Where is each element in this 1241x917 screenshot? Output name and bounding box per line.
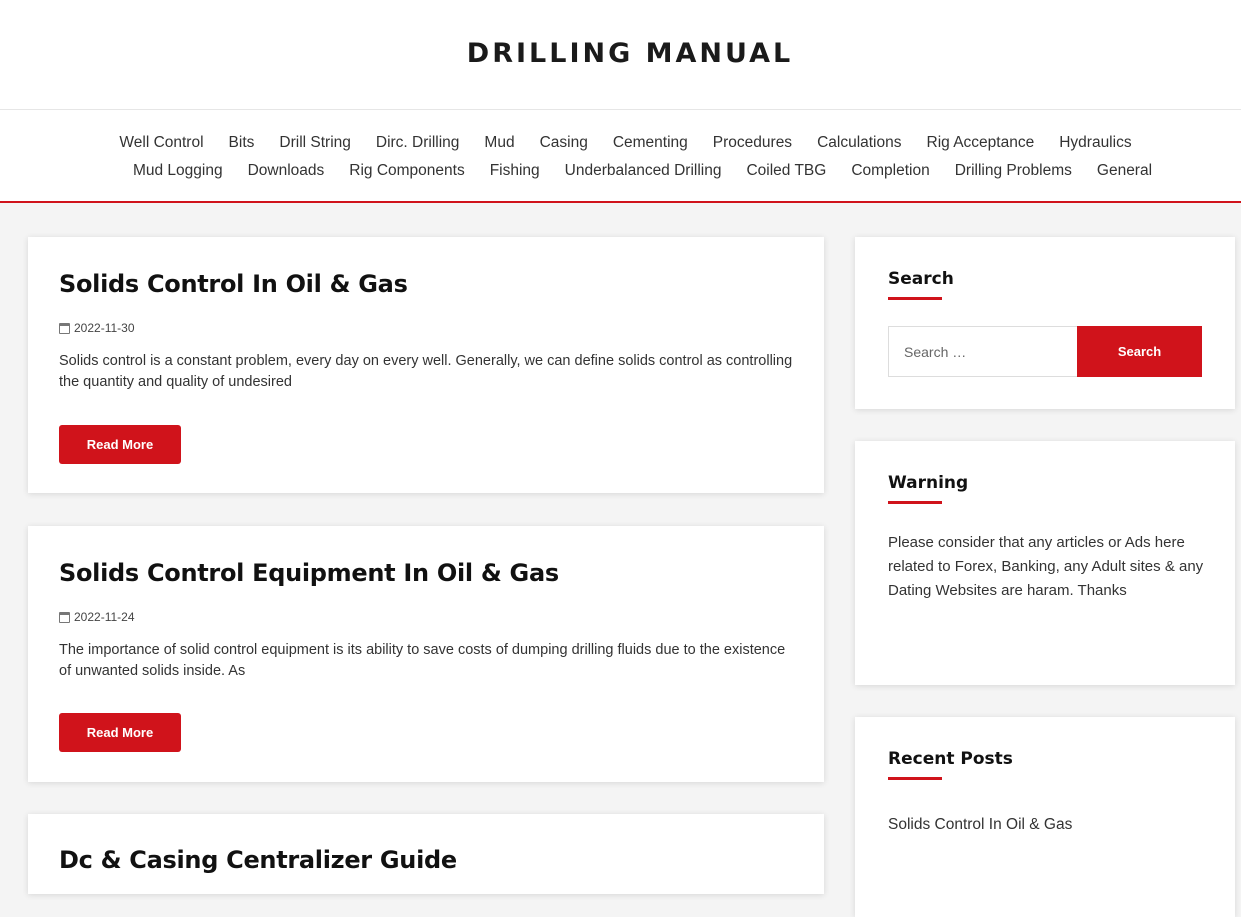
nav-item-cementing[interactable]: Cementing [600, 134, 700, 152]
widget-title: Recent Posts [888, 749, 1013, 769]
calendar-icon [59, 322, 70, 334]
nav-item-underbalanced-drilling[interactable]: Underbalanced Drilling [552, 162, 734, 180]
search-button[interactable]: Search [1077, 326, 1202, 377]
warning-text: Please consider that any articles or Ads… [888, 534, 1204, 599]
widget-title-underline [888, 297, 942, 300]
header-divider [0, 109, 1241, 110]
nav-item-mud[interactable]: Mud [472, 134, 527, 152]
main-nav-row-1: Well Control Bits Drill String Dirc. Dri… [0, 134, 1241, 152]
search-input[interactable] [888, 326, 1078, 377]
main-nav-row-2: Mud Logging Downloads Rig Components Fis… [0, 162, 1241, 180]
warning-widget: Warning Please consider that any article… [855, 441, 1235, 685]
post-excerpt: The importance of solid control equipmen… [59, 642, 786, 679]
post-date-text: 2022-11-30 [74, 321, 135, 335]
site-title[interactable]: DRILLING MANUAL [0, 38, 1241, 69]
post-date: 2022-11-30 [59, 321, 135, 335]
nav-item-calculations[interactable]: Calculations [805, 134, 914, 152]
nav-item-completion[interactable]: Completion [839, 162, 942, 180]
search-widget: Search Search [855, 237, 1235, 409]
nav-item-dirc-drilling[interactable]: Dirc. Drilling [363, 134, 472, 152]
nav-item-rig-acceptance[interactable]: Rig Acceptance [914, 134, 1047, 152]
nav-item-drill-string[interactable]: Drill String [267, 134, 363, 152]
post-card: Dc & Casing Centralizer Guide [28, 814, 824, 894]
widget-title-underline [888, 501, 942, 504]
post-title[interactable]: Solids Control In Oil & Gas [59, 270, 408, 298]
widget-title: Search [888, 269, 954, 289]
recent-post-link[interactable]: Solids Control In Oil & Gas [888, 813, 1108, 837]
site-header: DRILLING MANUAL Well Control Bits Drill … [0, 0, 1241, 203]
post-card: Solids Control Equipment In Oil & Gas 20… [28, 526, 824, 782]
post-title[interactable]: Dc & Casing Centralizer Guide [59, 846, 457, 874]
post-title[interactable]: Solids Control Equipment In Oil & Gas [59, 559, 559, 587]
post-date: 2022-11-24 [59, 610, 135, 624]
nav-item-well-control[interactable]: Well Control [107, 134, 216, 152]
widget-title: Warning [888, 473, 969, 493]
read-more-button[interactable]: Read More [59, 713, 181, 752]
post-excerpt: Solids control is a constant problem, ev… [59, 353, 793, 390]
nav-item-fishing[interactable]: Fishing [477, 162, 552, 180]
nav-item-bits[interactable]: Bits [216, 134, 267, 152]
post-card: Solids Control In Oil & Gas 2022-11-30 S… [28, 237, 824, 493]
read-more-button[interactable]: Read More [59, 425, 181, 464]
nav-item-general[interactable]: General [1084, 162, 1164, 180]
nav-item-hydraulics[interactable]: Hydraulics [1047, 134, 1144, 152]
nav-item-casing[interactable]: Casing [527, 134, 600, 152]
calendar-icon [59, 611, 70, 623]
nav-item-downloads[interactable]: Downloads [235, 162, 337, 180]
nav-item-coiled-tbg[interactable]: Coiled TBG [734, 162, 839, 180]
nav-item-rig-components[interactable]: Rig Components [337, 162, 477, 180]
widget-title-underline [888, 777, 942, 780]
nav-item-procedures[interactable]: Procedures [700, 134, 804, 152]
recent-posts-widget: Recent Posts Solids Control In Oil & Gas [855, 717, 1235, 917]
nav-item-drilling-problems[interactable]: Drilling Problems [942, 162, 1084, 180]
post-date-text: 2022-11-24 [74, 610, 135, 624]
nav-item-mud-logging[interactable]: Mud Logging [120, 162, 235, 180]
